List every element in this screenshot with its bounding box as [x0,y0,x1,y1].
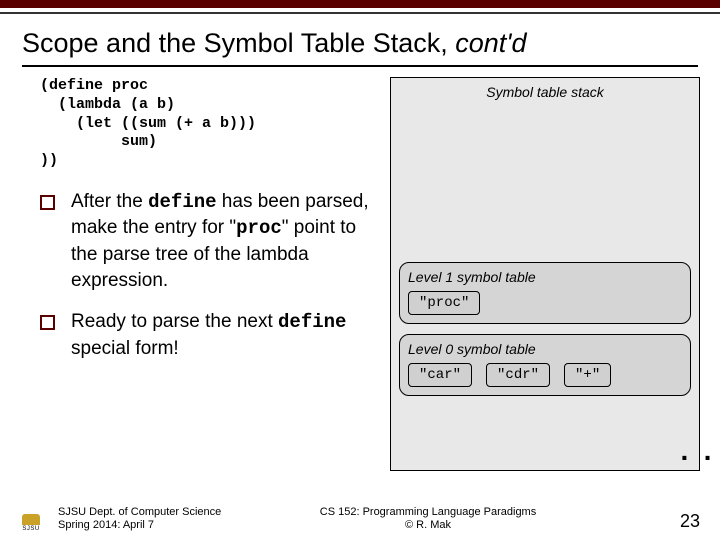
slide-title: Scope and the Symbol Table Stack, cont'd [0,14,720,65]
entry-row: "car" "cdr" "+" [408,363,682,387]
right-column: Symbol table stack Level 1 symbol table … [390,77,700,471]
mono-segment: proc [236,217,282,239]
title-italic: cont'd [455,28,526,58]
code-block: (define proc (lambda (a b) (let ((sum (+… [40,77,380,171]
bullet-icon [40,195,55,210]
footer-left: SJSU Dept. of Computer Science Spring 20… [58,506,268,532]
mono-segment: define [278,311,346,333]
title-underline [22,65,698,67]
text-segment: After the [71,191,148,212]
left-column: (define proc (lambda (a b) (let ((sum (+… [40,77,390,471]
symbol-table-level0: Level 0 symbol table "car" "cdr" "+" [399,334,691,396]
ellipsis-icon: · · · [680,442,720,474]
text-segment: special form! [71,338,179,359]
table-entry: "+" [564,363,611,387]
bullet-icon [40,315,55,330]
table-label: Level 0 symbol table [408,341,682,357]
table-entry: "cdr" [486,363,550,387]
bullet-item: After the define has been parsed, make t… [40,189,380,294]
entry-row: "proc" [408,291,682,315]
slide-footer: SJSU SJSU Dept. of Computer Science Spri… [0,506,720,532]
table-entry: "proc" [408,291,480,315]
footer-line: © R. Mak [268,519,588,532]
bullet-text: Ready to parse the next define special f… [71,309,380,361]
footer-mid: CS 152: Programming Language Paradigms ©… [268,506,588,532]
page-number: 23 [680,511,700,532]
footer-line: SJSU Dept. of Computer Science [58,506,268,519]
symbol-table-level1: Level 1 symbol table "proc" [399,262,691,324]
brand-stripe [0,0,720,8]
bullet-item: Ready to parse the next define special f… [40,309,380,361]
stack-title: Symbol table stack [399,84,691,100]
table-label: Level 1 symbol table [408,269,682,285]
content-area: (define proc (lambda (a b) (let ((sum (+… [0,77,720,471]
footer-line: Spring 2014: April 7 [58,519,268,532]
sjsu-logo: SJSU [16,514,46,532]
mono-segment: define [148,191,216,213]
table-entry: "car" [408,363,472,387]
footer-line: CS 152: Programming Language Paradigms [268,506,588,519]
text-segment: Ready to parse the next [71,311,278,332]
symbol-stack-box: Symbol table stack Level 1 symbol table … [390,77,700,471]
bullet-text: After the define has been parsed, make t… [71,189,380,294]
title-text: Scope and the Symbol Table Stack, [22,28,455,58]
